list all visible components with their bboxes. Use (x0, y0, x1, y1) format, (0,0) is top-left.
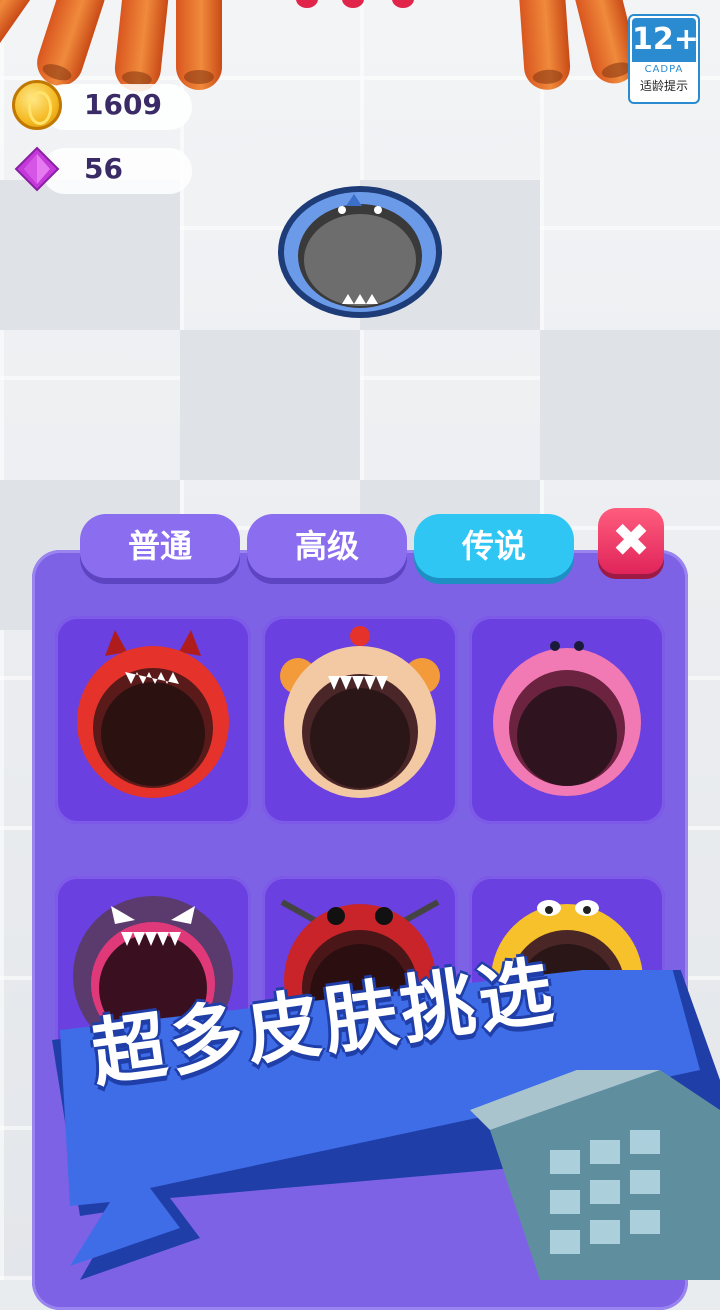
player-hole-shark (278, 186, 442, 318)
coin-icon (12, 80, 62, 130)
building-prop (470, 1070, 720, 1280)
close-button[interactable]: ✖ (598, 508, 664, 574)
age-rating-badge: 12+ CADPA 适龄提示 (628, 14, 700, 104)
skin-card-clown[interactable] (262, 616, 458, 824)
red-dragon-icon (77, 630, 229, 798)
tab-advanced[interactable]: 高级 (247, 514, 407, 578)
coin-count: 1609 (84, 88, 162, 121)
tab-legendary[interactable]: 传说 (414, 514, 574, 578)
age-rating-value: 12+ (632, 18, 699, 62)
carrot-prop (176, 0, 222, 90)
carrot-prop (518, 0, 572, 92)
age-rating-org: CADPA (644, 64, 684, 75)
tab-normal[interactable]: 普通 (80, 514, 240, 578)
close-icon: ✖ (611, 513, 651, 567)
skin-card-red-dragon[interactable] (55, 616, 251, 824)
age-rating-label: 适龄提示 (639, 79, 688, 93)
pink-puff-icon (493, 641, 641, 796)
clown-icon (280, 626, 440, 798)
gem-icon (14, 146, 60, 192)
skin-card-pink-puff[interactable] (469, 616, 665, 824)
gem-count: 56 (84, 152, 123, 185)
